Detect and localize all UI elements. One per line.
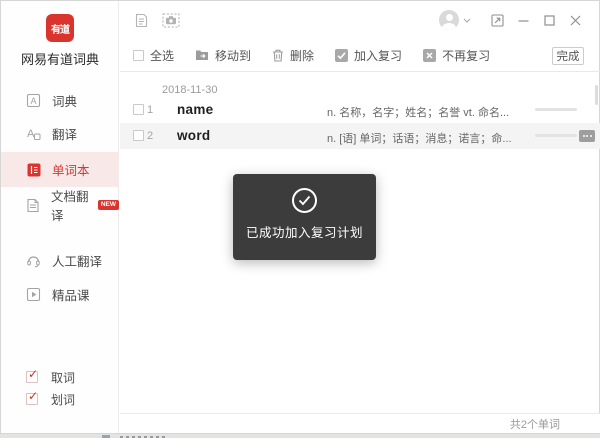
svg-text:A: A — [27, 128, 35, 140]
row-index: 2 — [147, 130, 153, 142]
select-all-control[interactable]: 全选 — [133, 47, 174, 64]
move-to-button[interactable]: 移动到 — [195, 47, 251, 64]
toast-message: 已成功加入复习计划 — [246, 222, 363, 241]
familiarity-progress-bar — [535, 108, 577, 111]
user-avatar[interactable] — [439, 10, 459, 30]
scrollbar-thumb[interactable] — [595, 85, 598, 105]
check-square-icon — [335, 49, 348, 62]
more-options-button[interactable] — [579, 130, 595, 142]
status-bar: 共2个单词 — [120, 413, 600, 433]
row-checkbox[interactable] — [133, 104, 144, 115]
word-row-word[interactable]: 2 word n. [语] 单词；话语；消息；诺言；命... — [120, 123, 600, 149]
play-course-icon — [26, 287, 41, 302]
checkbox-checked[interactable]: ✓ — [26, 393, 38, 405]
row-checkbox[interactable] — [133, 130, 144, 141]
dictionary-icon: A — [26, 93, 41, 108]
toggle-label: 取词 — [51, 369, 75, 386]
youdao-logo: 有道 — [46, 14, 74, 42]
move-to-label: 移动到 — [215, 47, 251, 64]
remove-review-button[interactable]: 不再复习 — [423, 47, 490, 64]
toggle-word-capture[interactable]: ✓ 取词 — [26, 369, 75, 385]
checkbox-checked[interactable]: ✓ — [26, 371, 38, 383]
word-row-name[interactable]: 1 name n. 名称，名字；姓名；名誉 vt. 命名... — [120, 97, 600, 123]
minimize-button[interactable] — [513, 1, 533, 39]
mini-mode-button[interactable] — [487, 1, 507, 39]
check-icon: ✓ — [28, 390, 38, 402]
taskbar-text-fragment — [120, 436, 165, 438]
sidebar-item-dictionary[interactable]: A 词典 — [1, 84, 119, 116]
add-review-button[interactable]: 加入复习 — [335, 47, 402, 64]
toast-success: 已成功加入复习计划 — [233, 174, 376, 260]
select-all-label: 全选 — [150, 47, 174, 64]
sidebar-item-translate[interactable]: A 翻译 — [1, 117, 119, 149]
maximize-button[interactable] — [539, 1, 559, 39]
sidebar-item-premium-course[interactable]: 精品课 — [1, 278, 119, 310]
move-folder-icon — [195, 49, 209, 61]
row-definition: n. 名称，名字；姓名；名誉 vt. 命名... — [327, 104, 512, 120]
success-check-icon — [292, 188, 317, 213]
sidebar-item-human-translate[interactable]: 人工翻译 — [1, 244, 119, 276]
chevron-down-icon[interactable] — [463, 18, 471, 23]
check-icon: ✓ — [28, 368, 38, 380]
sidebar-item-label: 翻译 — [52, 124, 77, 143]
headset-icon — [26, 253, 41, 268]
screenshot-ocr-icon[interactable] — [162, 13, 180, 28]
translate-icon: A — [26, 126, 41, 141]
date-group-header: 2018-11-30 — [162, 84, 217, 96]
delete-button[interactable]: 删除 — [272, 47, 314, 64]
desktop-sliver — [0, 434, 600, 438]
toggle-label: 划词 — [51, 391, 75, 408]
svg-text:A: A — [30, 96, 36, 106]
add-review-label: 加入复习 — [354, 47, 402, 64]
app-window: 有道 网易有道词典 A 词典 A 翻译 单词本 文档翻译 NEW — [0, 0, 600, 434]
action-bar: 全选 移动到 删除 加入复习 — [120, 39, 600, 72]
sidebar-item-label: 单词本 — [52, 160, 90, 179]
row-word[interactable]: word — [177, 128, 210, 143]
sidebar-item-label: 词典 — [52, 91, 77, 110]
document-icon — [26, 198, 40, 213]
sidebar-item-label: 人工翻译 — [52, 251, 102, 270]
x-square-icon — [423, 49, 436, 62]
select-all-checkbox[interactable] — [133, 50, 144, 61]
top-toolbar — [120, 1, 600, 39]
sidebar-item-label: 精品课 — [52, 285, 90, 304]
word-count: 共2个单词 — [510, 416, 560, 432]
new-badge: NEW — [98, 200, 119, 210]
screen: 有道 网易有道词典 A 词典 A 翻译 单词本 文档翻译 NEW — [0, 0, 600, 438]
remove-review-label: 不再复习 — [442, 47, 490, 64]
wordbook-icon — [26, 162, 41, 177]
sidebar-item-doc-translate[interactable]: 文档翻译 NEW — [1, 189, 119, 221]
close-button[interactable] — [565, 1, 585, 39]
row-definition: n. [语] 单词；话语；消息；诺言；命... — [327, 130, 512, 146]
sidebar-item-wordbook[interactable]: 单词本 — [1, 152, 119, 187]
trash-icon — [272, 49, 284, 62]
done-button[interactable]: 完成 — [552, 47, 584, 65]
row-word[interactable]: name — [177, 102, 213, 117]
app-title: 网易有道词典 — [1, 49, 119, 68]
sidebar: 有道 网易有道词典 A 词典 A 翻译 单词本 文档翻译 NEW — [1, 1, 119, 433]
toggle-word-select[interactable]: ✓ 划词 — [26, 391, 75, 407]
familiarity-progress-bar — [535, 134, 577, 137]
new-note-icon[interactable] — [134, 13, 149, 28]
delete-label: 删除 — [290, 47, 314, 64]
sidebar-item-label: 文档翻译 — [51, 186, 93, 224]
row-index: 1 — [147, 104, 153, 116]
